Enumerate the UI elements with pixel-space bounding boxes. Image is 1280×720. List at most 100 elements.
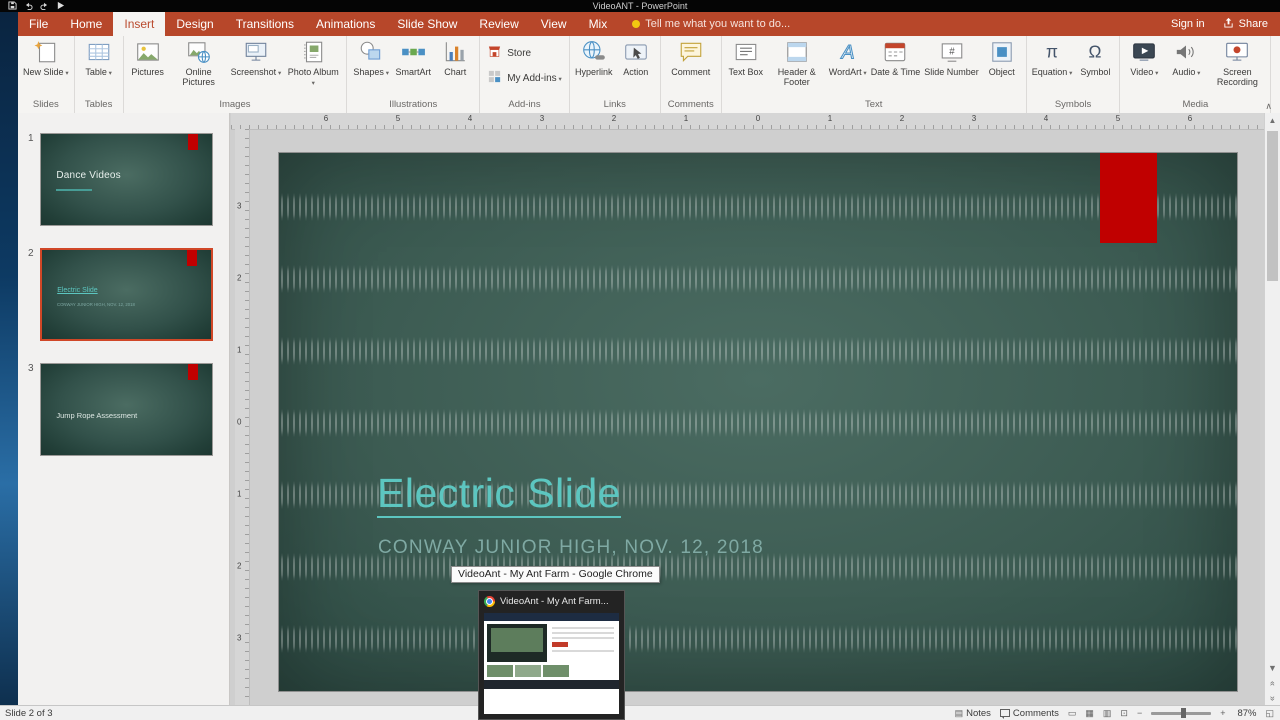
tab-transitions[interactable]: Transitions: [225, 12, 305, 36]
slide-subtitle-textbox[interactable]: CONWAY JUNIOR HIGH, NOV. 12, 2018: [378, 537, 764, 559]
symbol-button[interactable]: Ω Symbol: [1074, 36, 1116, 77]
share-button[interactable]: Share: [1223, 17, 1268, 31]
my-add-ins-button[interactable]: My Add-ins: [483, 67, 566, 89]
thumbnail-canvas[interactable]: Dance Videos: [40, 133, 213, 226]
tab-mix[interactable]: Mix: [578, 12, 619, 36]
next-slide-button[interactable]: »: [1265, 691, 1280, 706]
tab-review[interactable]: Review: [468, 12, 529, 36]
pictures-button[interactable]: Pictures: [127, 36, 169, 77]
audio-button[interactable]: Audio: [1165, 36, 1207, 77]
chart-button[interactable]: Chart: [434, 36, 476, 77]
group-label-comments: Comments: [667, 99, 714, 110]
hyperlink-button[interactable]: Hyperlink: [573, 36, 615, 77]
scroll-down-arrow-icon[interactable]: ▼: [1265, 661, 1280, 676]
thumbnail-slide-2[interactable]: 2 Electric Slide CONWAY JUNIOR HIGH, NOV…: [18, 248, 229, 341]
ruler-number: 3: [237, 201, 242, 211]
tell-me-text: Tell me what you want to do...: [645, 18, 791, 30]
ribbon-group-text: Text Box Header & Footer A WordArt Date …: [722, 36, 1027, 113]
thumbnail-canvas[interactable]: Jump Rope Assessment: [40, 363, 213, 456]
ruler-number: 1: [237, 489, 242, 499]
scrollbar-thumb[interactable]: [1267, 131, 1278, 281]
zoom-out-button[interactable]: −: [1137, 708, 1142, 718]
taskbar-window-preview[interactable]: VideoAnt - My Ant Farm...: [478, 590, 625, 720]
date-time-button[interactable]: Date & Time: [869, 36, 923, 77]
status-bar: Slide 2 of 3 ▤ Notes Comments ▭ ▦ ▥ ⊡ − …: [0, 705, 1280, 720]
tell-me-box[interactable]: Tell me what you want to do...: [632, 12, 790, 36]
thumbnail-title: Jump Rope Assessment: [56, 411, 138, 421]
ribbon-group-media: Video Audio Screen Recording Media: [1120, 36, 1272, 113]
wordart-button[interactable]: A WordArt: [827, 36, 869, 77]
tab-design[interactable]: Design: [165, 12, 224, 36]
zoom-slider-knob[interactable]: [1181, 708, 1187, 718]
comments-button[interactable]: Comments: [999, 708, 1059, 719]
share-icon: [1223, 17, 1234, 31]
group-label-links: Links: [603, 99, 626, 110]
zoom-slider[interactable]: [1151, 708, 1212, 718]
group-label-add-ins: Add-ins: [508, 99, 541, 110]
tab-view[interactable]: View: [530, 12, 578, 36]
ruler-number: 5: [395, 114, 401, 123]
slide-indicator[interactable]: Slide 2 of 3: [0, 708, 53, 719]
slide-sorter-view-button[interactable]: ▦: [1085, 708, 1094, 718]
thumbnail-canvas[interactable]: Electric Slide CONWAY JUNIOR HIGH, NOV. …: [40, 248, 213, 341]
thumbnail-slide-1[interactable]: 1 Dance Videos: [18, 133, 229, 226]
new-slide-icon: [33, 39, 59, 65]
slide-canvas[interactable]: Electric Slide CONWAY JUNIOR HIGH, NOV. …: [278, 152, 1238, 692]
zoom-in-button[interactable]: +: [1220, 708, 1225, 718]
scroll-up-arrow-icon[interactable]: ▲: [1265, 113, 1280, 128]
slide-thumbnail-panel: 1 Dance Videos 2 Electric Slide CONWAY J…: [18, 113, 230, 706]
tab-file[interactable]: File: [18, 12, 59, 36]
notes-icon: ▤: [954, 708, 964, 718]
tab-insert[interactable]: Insert: [113, 12, 166, 36]
store-button[interactable]: Store: [483, 42, 566, 64]
screen-recording-button[interactable]: Screen Recording: [1207, 36, 1267, 88]
shapes-button[interactable]: Shapes: [350, 36, 392, 77]
comments-icon: [999, 709, 1010, 719]
screenshot-button[interactable]: Screenshot: [229, 36, 284, 77]
slide-number-button[interactable]: # Slide Number: [922, 36, 981, 77]
video-button[interactable]: Video: [1123, 36, 1165, 77]
fit-slide-to-window-button[interactable]: ◱: [1265, 708, 1274, 718]
table-button[interactable]: Table: [78, 36, 120, 77]
online-pictures-icon: [186, 39, 212, 65]
notes-button[interactable]: ▤ Notes: [955, 708, 991, 719]
header-footer-button[interactable]: Header & Footer: [767, 36, 827, 88]
preview-side-panel: [550, 624, 616, 662]
photo-album-button[interactable]: Photo Album: [283, 36, 343, 88]
equation-button[interactable]: π Equation: [1030, 36, 1075, 77]
symbol-icon: Ω: [1082, 39, 1108, 65]
vertical-scrollbar[interactable]: ▲ ▼ « »: [1264, 113, 1280, 706]
preview-page-thumbnail[interactable]: [484, 613, 619, 714]
smartart-button[interactable]: SmartArt: [392, 36, 434, 77]
object-button[interactable]: Object: [981, 36, 1023, 77]
group-label-images: Images: [219, 99, 251, 110]
text-box-button[interactable]: Text Box: [725, 36, 767, 77]
thumbnail-title: Dance Videos: [56, 170, 121, 182]
ribbon-group-illustrations: Shapes SmartArt Chart Illustrations: [347, 36, 481, 113]
action-button[interactable]: Action: [615, 36, 657, 77]
slide-title-textbox[interactable]: Electric Slide: [377, 470, 621, 517]
titlebar-right-cluster: Sign in Share: [1171, 12, 1280, 36]
group-label-media: Media: [1182, 99, 1209, 110]
collapse-ribbon-chevron[interactable]: ∧: [1265, 101, 1272, 112]
tab-animations[interactable]: Animations: [305, 12, 386, 36]
online-pictures-button[interactable]: Online Pictures: [169, 36, 229, 88]
new-slide-button[interactable]: New Slide: [21, 36, 71, 77]
thumbnail-slide-3[interactable]: 3 Jump Rope Assessment: [18, 363, 229, 456]
tab-home[interactable]: Home: [59, 12, 113, 36]
zoom-percentage[interactable]: 87%: [1234, 708, 1256, 719]
chart-icon: [442, 39, 468, 65]
slideshow-view-button[interactable]: ⊡: [1120, 708, 1128, 718]
tab-slide-show[interactable]: Slide Show: [386, 12, 468, 36]
slide-number-icon: #: [939, 39, 965, 65]
sign-in-button[interactable]: Sign in: [1171, 18, 1205, 30]
vertical-ruler: 3 2 1 0 1 2 3: [235, 129, 250, 706]
comment-button[interactable]: Comment: [669, 36, 712, 77]
ruler-number: 1: [827, 114, 833, 123]
reading-view-button[interactable]: ▥: [1103, 708, 1112, 718]
screenshot-icon: [243, 39, 269, 65]
previous-slide-button[interactable]: «: [1265, 676, 1280, 691]
normal-view-button[interactable]: ▭: [1068, 708, 1077, 718]
slide-red-accent-shape[interactable]: [1100, 153, 1157, 243]
store-icon: [487, 44, 502, 62]
